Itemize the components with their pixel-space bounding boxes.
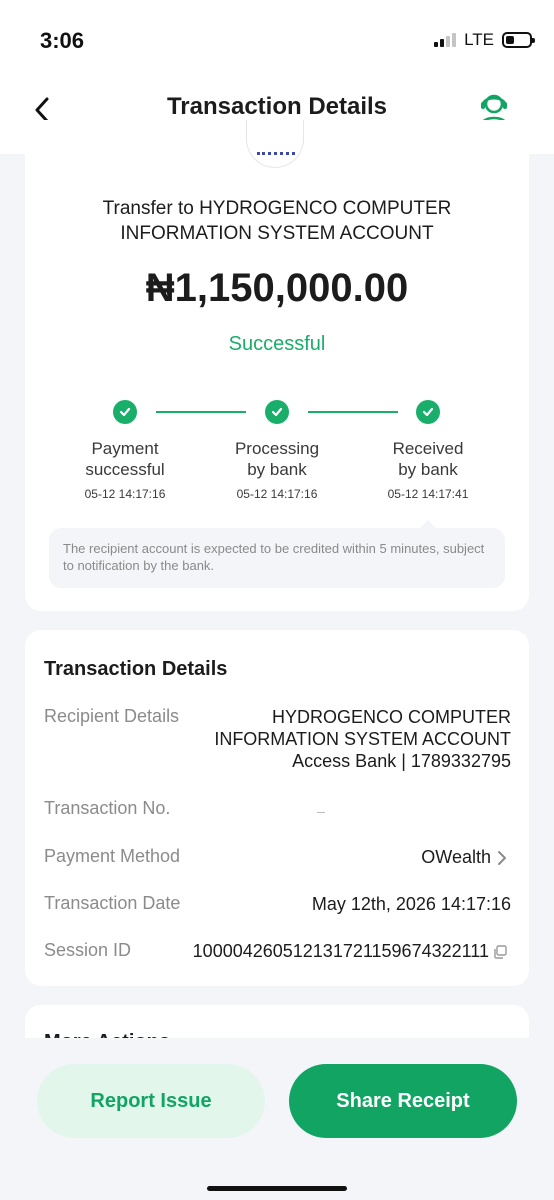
page-title: Transaction Details [166,93,388,120]
redacted-mark [317,812,325,813]
section-heading: Transaction Details [44,658,228,680]
step-connector [308,411,398,413]
payment-method-label: Payment Method [44,846,181,866]
copy-icon[interactable] [493,945,507,959]
credit-notice: The recipient account is expected to be … [49,528,505,588]
status-time: 3:06 [40,28,85,53]
report-issue-button[interactable]: Report Issue [37,1064,265,1138]
bottom-action-bar: Report Issue Share Receipt [0,1038,554,1200]
check-icon [265,400,289,424]
home-indicator [207,1186,347,1191]
progress-steps: Payment successful 05-12 14:17:16 Proces… [25,400,529,510]
check-icon [113,400,137,424]
check-icon [416,400,440,424]
step-label: Processing by bank [234,439,320,479]
recipient-value: HYDROGENCO COMPUTER INFORMATION SYSTEM A… [214,706,511,772]
step-label: Payment successful [85,439,165,479]
transfer-amount: ₦1,150,000.00 [145,266,409,310]
recipient-bank-line: Access Bank | 1789332795 [292,751,511,771]
transaction-date-value: May 12th, 2026 14:17:16 [311,894,511,914]
payment-method-value: OWealth [421,847,491,867]
step-label: Received by bank [392,439,464,479]
session-id-row: 100004260512131721159674322111 [193,940,507,962]
share-receipt-button[interactable]: Share Receipt [289,1064,517,1138]
transfer-summary-card: Transfer to HYDROGENCO COMPUTER INFORMAT… [25,120,529,611]
step-connector [156,411,246,413]
transaction-date-label: Transaction Date [44,893,181,913]
recipient-name-line: HYDROGENCO COMPUTER [271,707,511,727]
network-type: LTE [464,30,494,49]
signal-icon [434,33,457,47]
recipient-label: Recipient Details [44,706,180,726]
transfer-title: Transfer to HYDROGENCO COMPUTER INFORMAT… [102,198,452,244]
status-indicators: LTE [434,30,535,50]
step-time: 05-12 14:17:16 [84,487,166,501]
step-time: 05-12 14:17:16 [236,487,318,501]
transaction-details-card: Transaction Details Recipient Details HY… [25,630,529,986]
session-id-value: 100004260512131721159674322111 [192,941,489,961]
chevron-right-icon [498,851,506,866]
battery-icon [502,32,535,48]
step-time: 05-12 14:17:41 [387,487,469,501]
transfer-status: Successful [228,333,326,355]
session-id-label: Session ID [44,940,132,960]
payment-method-link[interactable]: OWealth [421,846,507,868]
transaction-no-label: Transaction No. [44,798,171,818]
recipient-name-line: INFORMATION SYSTEM ACCOUNT [214,729,511,749]
status-bar: 3:06 LTE [0,0,554,80]
bank-logo [246,120,304,168]
